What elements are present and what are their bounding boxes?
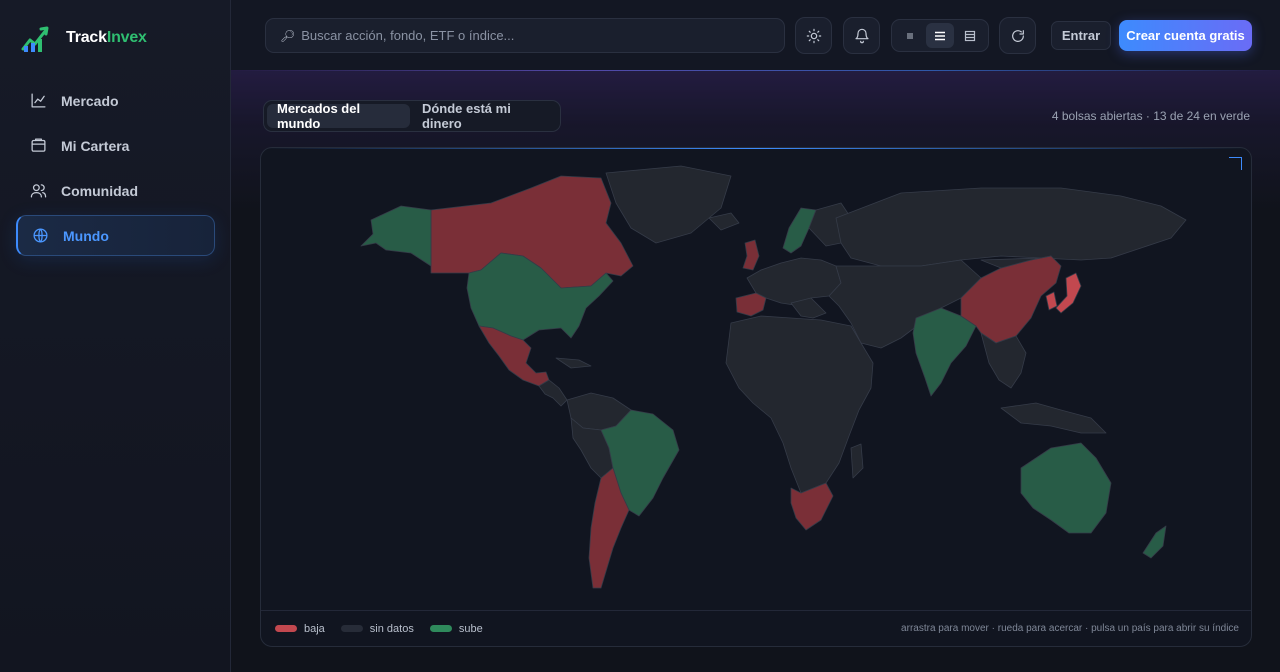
world-map[interactable] (261, 148, 1252, 612)
login-button[interactable]: Entrar (1051, 21, 1111, 50)
sun-icon (806, 28, 821, 43)
sidebar: TrackInvex Mercado Mi Cartera Comunidad … (0, 0, 231, 672)
map-region-alaska[interactable] (360, 205, 432, 267)
legend-label: sube (458, 622, 483, 635)
globe-icon (33, 228, 48, 243)
map-region-central-america[interactable] (538, 379, 568, 407)
density-selector (891, 19, 989, 52)
map-region-uk[interactable] (742, 239, 760, 271)
theme-toggle-button[interactable] (795, 17, 832, 54)
map-region-south-korea[interactable] (1045, 291, 1058, 311)
legend-label: baja (304, 622, 325, 635)
map-region-china[interactable] (960, 255, 1062, 344)
tab-donde-esta-mi-dinero[interactable]: Dónde está mi dinero (412, 101, 557, 131)
main-content: Mercados del mundo Dónde está mi dinero … (231, 70, 1280, 672)
map-region-indonesia[interactable] (1000, 402, 1107, 434)
map-region-southeast-asia[interactable] (980, 332, 1027, 389)
legend-swatch (429, 625, 452, 632)
map-hint: arrastra para mover · rueda para acercar… (901, 623, 1239, 634)
sidebar-item-mi-cartera[interactable]: Mi Cartera (16, 125, 215, 166)
search-input[interactable] (301, 28, 782, 43)
density-comfortable-button[interactable] (956, 23, 984, 48)
sidebar-item-mundo[interactable]: Mundo (16, 215, 215, 256)
map-region-greenland[interactable] (605, 165, 732, 244)
brand-logo[interactable]: TrackInvex (20, 22, 147, 54)
view-tabs: Mercados del mundo Dónde está mi dinero (263, 100, 561, 132)
sidebar-item-label: Mi Cartera (61, 137, 130, 154)
notifications-button[interactable] (843, 17, 880, 54)
legend-item-nodata: sin datos (340, 622, 414, 635)
map-region-japan[interactable] (1055, 272, 1082, 314)
sidebar-item-label: Mundo (63, 227, 109, 244)
map-region-africa[interactable] (725, 315, 874, 494)
map-region-australia[interactable] (1020, 442, 1112, 534)
map-region-spain[interactable] (735, 292, 767, 317)
refresh-button[interactable] (999, 17, 1036, 54)
map-region-new-zealand[interactable] (1142, 525, 1167, 559)
density-normal-button[interactable] (926, 23, 954, 48)
search-icon: 🔎︎ (280, 28, 296, 43)
map-region-madagascar[interactable] (850, 443, 864, 479)
market-status-summary: 4 bolsas abiertas · 13 de 24 en verde (1051, 109, 1250, 123)
sidebar-item-comunidad[interactable]: Comunidad (16, 170, 215, 211)
compact-lines-icon (907, 33, 913, 38)
map-region-iceland[interactable] (708, 212, 740, 231)
map-regions (360, 165, 1187, 589)
topbar: 🔎︎ Entrar Crear cuenta gratis (231, 0, 1280, 70)
sidebar-item-label: Mercado (61, 92, 119, 109)
logo-mark-icon (21, 26, 49, 52)
normal-lines-icon (935, 31, 945, 40)
refresh-icon (1011, 29, 1024, 42)
legend-item-down: baja (275, 623, 325, 635)
sidebar-item-mercado[interactable]: Mercado (16, 80, 215, 121)
brand-name: TrackInvex (66, 29, 147, 46)
map-footer: baja sin datos sube arrastra para mover … (261, 610, 1251, 646)
legend-item-up: sube (429, 622, 483, 635)
map-region-russia[interactable] (835, 187, 1187, 267)
signup-button[interactable]: Crear cuenta gratis (1119, 20, 1252, 51)
search-box[interactable]: 🔎︎ (265, 18, 785, 53)
density-compact-button[interactable] (896, 23, 924, 48)
wallet-icon (31, 138, 46, 152)
map-region-caribbean[interactable] (555, 357, 592, 369)
chart-line-icon (31, 93, 46, 108)
users-icon (30, 184, 47, 198)
bell-icon (854, 28, 869, 43)
map-region-south-africa[interactable] (790, 482, 834, 531)
comfortable-lines-icon (964, 30, 976, 41)
sidebar-item-label: Comunidad (61, 182, 138, 199)
world-map-card: baja sin datos sube arrastra para mover … (260, 147, 1252, 647)
sidebar-nav: Mercado Mi Cartera Comunidad Mundo (16, 80, 215, 260)
legend-swatch (275, 625, 297, 632)
tab-mercados-del-mundo[interactable]: Mercados del mundo (267, 101, 410, 131)
legend-label: sin datos (369, 622, 414, 635)
map-region-india[interactable] (912, 307, 977, 397)
legend-swatch (340, 625, 363, 632)
